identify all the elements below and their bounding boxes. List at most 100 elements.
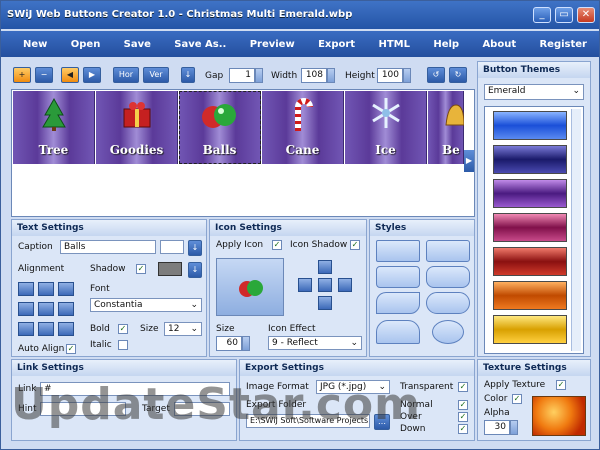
gap-spinner[interactable]	[255, 68, 263, 83]
preview-button[interactable]: Balls	[179, 91, 261, 164]
chevron-down-icon: ⌄	[572, 86, 580, 96]
maximize-button[interactable]: ▭	[555, 7, 573, 23]
height-spinner[interactable]	[403, 68, 411, 83]
theme-swatch-magenta[interactable]	[493, 213, 567, 242]
menu-new[interactable]: New	[23, 39, 47, 50]
vertical-layout-button[interactable]: Ver	[143, 67, 169, 83]
button-themes-panel: Button Themes Emerald ⌄	[477, 61, 591, 357]
theme-swatch-yellow[interactable]	[493, 315, 567, 344]
icon-preview[interactable]	[216, 258, 284, 316]
close-button[interactable]: ✕	[577, 7, 595, 23]
size-select[interactable]: 12 ⌄	[164, 322, 202, 336]
preview-button[interactable]: Ice	[345, 91, 427, 164]
shadow-menu-icon[interactable]: ↓	[188, 262, 202, 278]
icon-move-down[interactable]	[318, 296, 332, 310]
texture-preview[interactable]	[532, 396, 586, 436]
menu-about[interactable]: About	[482, 39, 516, 50]
menu-save-as[interactable]: Save As..	[174, 39, 226, 50]
align-bottom-right[interactable]	[58, 322, 74, 336]
rotate-left-icon[interactable]: ↺	[427, 67, 445, 83]
apply-texture-checkbox[interactable]: ✓	[556, 380, 566, 390]
icon-effect-select[interactable]: 9 - Reflect ⌄	[268, 336, 362, 350]
theme-swatch-navy[interactable]	[493, 145, 567, 174]
auto-align-label: Auto Align	[18, 344, 65, 354]
scroll-right-icon[interactable]: ▶	[464, 150, 474, 172]
size-value: 12	[168, 324, 180, 334]
rotate-right-icon[interactable]: ↻	[449, 67, 467, 83]
style-rect-rounded[interactable]	[426, 240, 470, 262]
caption-extra-input[interactable]	[160, 240, 184, 254]
toolbar: + − ◀ ▶ Hor Ver ↓ Gap 1 Width 108 Height…	[9, 63, 475, 87]
menu-help[interactable]: Help	[433, 39, 459, 50]
add-button-icon[interactable]: +	[13, 67, 31, 83]
style-soft[interactable]	[376, 266, 420, 288]
style-rect[interactable]	[376, 240, 420, 262]
theme-swatch-blue[interactable]	[493, 111, 567, 140]
menu-save[interactable]: Save	[124, 39, 151, 50]
remove-button-icon[interactable]: −	[35, 67, 53, 83]
align-middle-center[interactable]	[38, 302, 54, 316]
italic-checkbox[interactable]	[118, 340, 128, 350]
info-icon[interactable]: ↓	[181, 67, 195, 83]
align-bottom-center[interactable]	[38, 322, 54, 336]
preview-button[interactable]: Tree	[13, 91, 95, 164]
icon-move-right[interactable]	[338, 278, 352, 292]
font-select[interactable]: Constantia ⌄	[90, 298, 202, 312]
style-pill[interactable]	[426, 266, 470, 288]
auto-align-checkbox[interactable]: ✓	[66, 344, 76, 354]
menu-export[interactable]: Export	[318, 39, 355, 50]
theme-list[interactable]	[484, 106, 584, 354]
over-checkbox[interactable]: ✓	[458, 412, 468, 422]
alpha-input[interactable]: 30	[484, 420, 510, 435]
icon-move-up[interactable]	[318, 260, 332, 274]
style-tab[interactable]	[376, 320, 420, 344]
theme-swatch-red[interactable]	[493, 247, 567, 276]
align-middle-right[interactable]	[58, 302, 74, 316]
height-input[interactable]: 100	[377, 68, 403, 83]
theme-swatch-purple[interactable]	[493, 179, 567, 208]
bold-checkbox[interactable]: ✓	[118, 324, 128, 334]
menu-register[interactable]: Register	[539, 39, 587, 50]
style-leaf[interactable]	[376, 292, 420, 314]
style-capsule[interactable]	[426, 292, 470, 314]
shadow-color-swatch[interactable]	[158, 262, 182, 276]
align-top-left[interactable]	[18, 282, 34, 296]
alpha-spinner[interactable]	[510, 420, 518, 435]
buttons-preview: Tree Goodies Balls Cane Ice Be ▶	[11, 89, 475, 217]
icon-size-spinner[interactable]	[242, 336, 250, 351]
horizontal-layout-button[interactable]: Hor	[113, 67, 139, 83]
theme-scrollbar[interactable]	[571, 109, 581, 351]
down-checkbox[interactable]: ✓	[458, 424, 468, 434]
theme-swatch-orange[interactable]	[493, 281, 567, 310]
menu-open[interactable]: Open	[71, 39, 101, 50]
preview-button[interactable]: Cane	[262, 91, 344, 164]
align-bottom-left[interactable]	[18, 322, 34, 336]
move-left-icon[interactable]: ◀	[61, 67, 79, 83]
preview-button[interactable]: Be	[428, 91, 464, 164]
icon-shadow-checkbox[interactable]: ✓	[350, 240, 360, 250]
align-middle-left[interactable]	[18, 302, 34, 316]
move-right-icon[interactable]: ▶	[83, 67, 101, 83]
menu-html[interactable]: HTML	[378, 39, 410, 50]
texture-color-checkbox[interactable]: ✓	[512, 394, 522, 404]
align-top-right[interactable]	[58, 282, 74, 296]
transparent-checkbox[interactable]: ✓	[458, 382, 468, 392]
caption-input[interactable]: Balls	[60, 240, 156, 254]
icon-size-input[interactable]: 60	[216, 336, 242, 351]
minimize-button[interactable]: _	[533, 7, 551, 23]
caption-menu-icon[interactable]: ↓	[188, 240, 202, 256]
menu-preview[interactable]: Preview	[250, 39, 295, 50]
icon-move-left[interactable]	[298, 278, 312, 292]
width-input[interactable]: 108	[301, 68, 327, 83]
preview-button[interactable]: Goodies	[96, 91, 178, 164]
width-spinner[interactable]	[327, 68, 335, 83]
gap-input[interactable]: 1	[229, 68, 255, 83]
theme-select[interactable]: Emerald ⌄	[484, 84, 584, 100]
style-ellipse[interactable]	[432, 320, 464, 344]
apply-icon-checkbox[interactable]: ✓	[272, 240, 282, 250]
shadow-checkbox[interactable]: ✓	[136, 264, 146, 274]
normal-checkbox[interactable]: ✓	[458, 400, 468, 410]
align-top-center[interactable]	[38, 282, 54, 296]
icon-move-center[interactable]	[318, 278, 332, 292]
font-label: Font	[90, 284, 110, 294]
